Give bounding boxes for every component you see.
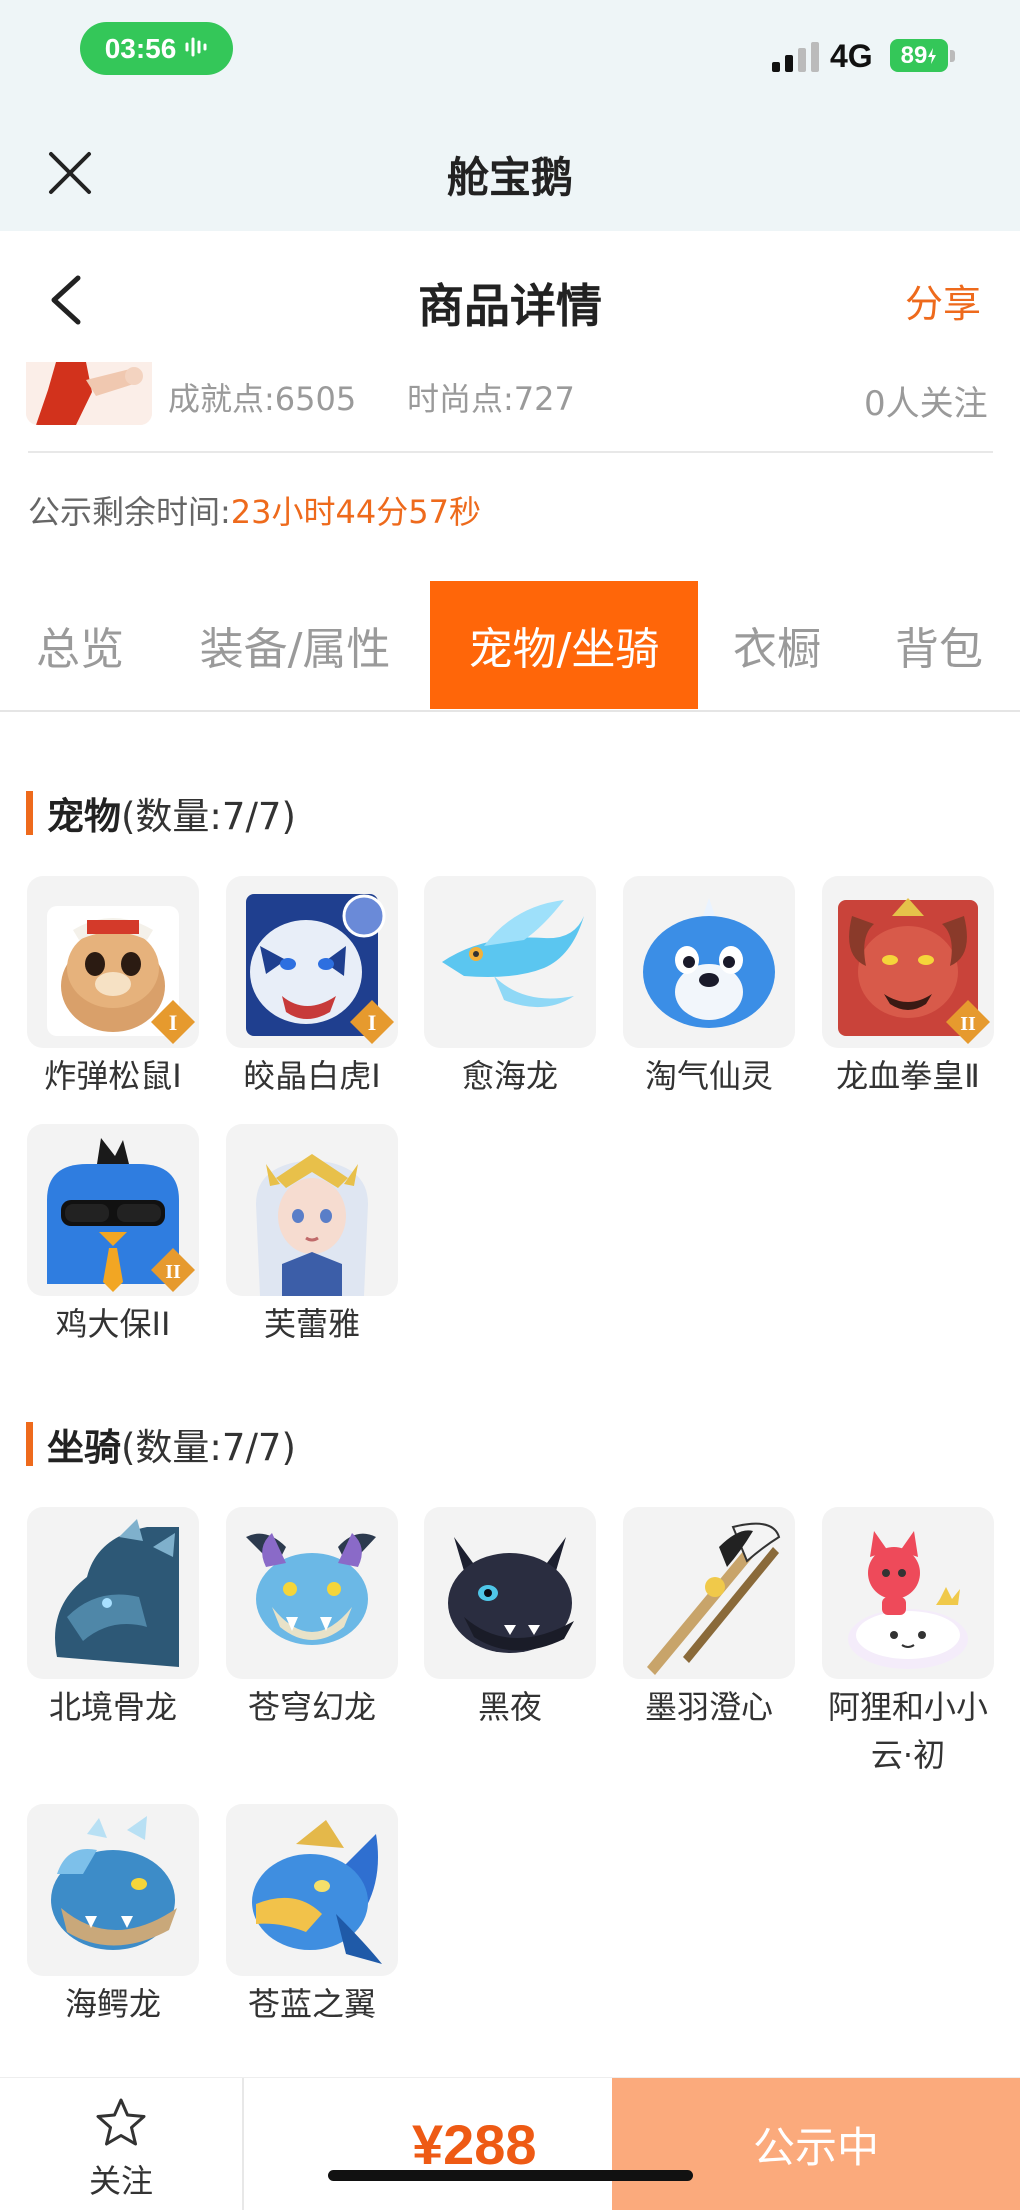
svg-text:II: II [960,1013,976,1035]
bone-dragon-mount-icon [27,1507,199,1679]
mount-name: 黑夜 [477,1688,542,1726]
mount-name: 海鳄龙 [64,1985,161,2023]
app-title: 舱宝鹅 [446,153,573,202]
mount-name: 北境骨龙 [48,1688,177,1726]
fashion-points: 时尚点:727 [407,380,575,418]
sky-dragon-mount-icon [226,1507,398,1679]
feather-sword-mount-icon [623,1507,795,1679]
mount-item[interactable]: 阿狸和小小云·初 [822,1507,994,1779]
divider [28,451,993,453]
price: ¥288 [412,2113,537,2176]
pet-item[interactable]: I 炸弹松鼠Ⅰ [27,876,199,1100]
pet-name: 鸡大保II [55,1305,171,1343]
pet-name: 皎晶白虎Ⅰ [243,1057,381,1095]
mount-name: 苍蓝之翼 [247,1985,376,2023]
sea-dragon-pet-icon [424,876,596,1048]
avatar [26,362,152,425]
mount-item[interactable]: 苍蓝之翼 [226,1804,398,2028]
home-indicator[interactable] [328,2170,693,2181]
svg-text:I: I [169,1010,178,1035]
pet-item[interactable]: I 皎晶白虎Ⅰ [226,876,398,1100]
follow-label: 关注 [88,2162,153,2200]
tab-pets-mounts[interactable]: 宠物/坐骑 [430,581,698,709]
mount-item[interactable]: 墨羽澄心 [623,1507,795,1731]
signal-icon [772,42,819,72]
sea-croc-dragon-mount-icon [27,1804,199,1976]
freya-pet-icon [226,1124,398,1296]
publicity-countdown: 公示剩余时间:23小时44分57秒 [28,493,481,531]
azure-wing-mount-icon [226,1804,398,1976]
squirrel-pet-icon: I [27,876,199,1048]
section-marker [26,1422,33,1466]
audio-wave-icon [184,33,208,65]
pet-item[interactable]: 愈海龙 [424,876,596,1100]
ali-cloud-mount-icon [822,1507,994,1679]
star-icon [96,2098,146,2146]
blue-spirit-pet-icon [623,876,795,1048]
svg-text:I: I [368,1010,377,1035]
share-button[interactable]: 分享 [905,273,981,328]
bottom-action-bar: 关注 ¥288 公示中 [0,2077,1020,2210]
mount-item[interactable]: 黑夜 [424,1507,596,1731]
achievement-points: 成就点:6505 [168,380,357,418]
pet-name: 芙蕾雅 [263,1305,360,1343]
mount-item[interactable]: 海鳄龙 [27,1804,199,2028]
mount-name: 苍穹幻龙 [247,1688,376,1726]
status-time: 03:56 [80,22,233,75]
tab-wardrobe[interactable]: 衣橱 [712,581,842,709]
tab-bar: 总览 装备/属性 宠物/坐骑 衣橱 背包 [0,581,1020,709]
pet-item[interactable]: 芙蕾雅 [226,1124,398,1348]
red-dragon-boxer-pet-icon: II [822,876,994,1048]
mounts-section-title: 坐骑 (数量:7/7) [26,1417,296,1471]
section-marker [26,791,33,835]
publicity-status-button[interactable]: 公示中 [612,2078,1020,2210]
follow-button[interactable]: 关注 [0,2078,244,2210]
mount-name: 墨羽澄心 [644,1688,773,1726]
pets-section-title: 宠物 (数量:7/7) [26,786,296,840]
pet-item[interactable]: II 龙血拳皇Ⅱ [822,876,994,1100]
pet-item[interactable]: 淘气仙灵 [623,876,795,1100]
tab-backpack[interactable]: 背包 [868,581,1010,709]
pet-name: 淘气仙灵 [644,1057,773,1095]
svg-text:II: II [165,1261,181,1283]
tab-divider [0,710,1020,712]
pet-item[interactable]: II 鸡大保II [27,1124,199,1348]
battery-tip [950,50,955,62]
mount-item[interactable]: 苍穹幻龙 [226,1507,398,1731]
blue-bird-pet-icon: II [27,1124,199,1296]
battery-indicator: 89 [890,39,948,72]
black-dragon-mount-icon [424,1507,596,1679]
tab-overview[interactable]: 总览 [0,581,160,709]
mount-name: 阿狸和小小云·初 [827,1688,988,1774]
follower-count: 0人关注 [864,384,988,424]
white-tiger-pet-icon: I [226,876,398,1048]
page-title: 商品详情 [418,279,602,333]
tab-equipment[interactable]: 装备/属性 [175,581,415,709]
pet-name: 愈海龙 [461,1057,558,1095]
pet-name: 龙血拳皇Ⅱ [836,1057,980,1095]
pet-name: 炸弹松鼠Ⅰ [44,1057,182,1095]
network-type: 4G [830,38,873,74]
mount-item[interactable]: 北境骨龙 [27,1507,199,1731]
